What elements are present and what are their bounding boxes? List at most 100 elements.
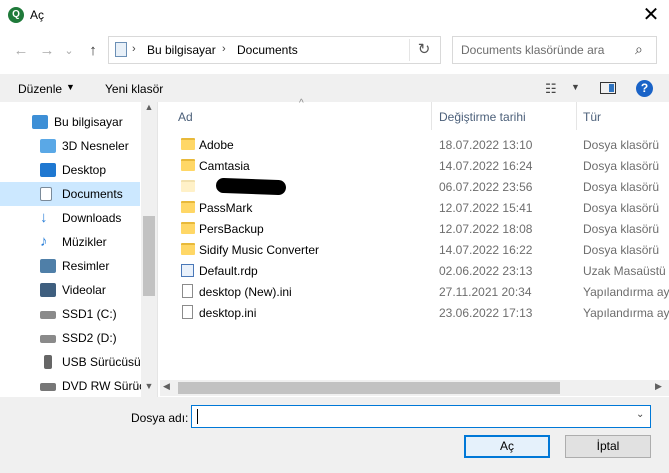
- file-type: Dosya klasörü: [583, 180, 660, 194]
- nav-scroll-down-icon[interactable]: ▼: [141, 381, 157, 395]
- organize-dropdown-icon[interactable]: ▼: [66, 82, 75, 92]
- sidebar-item[interactable]: Videolar: [0, 278, 140, 302]
- folder-icon: [181, 201, 195, 213]
- file-date: 23.06.2022 17:13: [439, 306, 533, 320]
- 3d-objects-icon: [40, 139, 56, 153]
- file-name: PassMark: [199, 201, 253, 215]
- file-name: desktop.ini: [199, 306, 257, 320]
- sidebar-item-label: DVD RW Sürüc: [62, 379, 146, 393]
- organize-button[interactable]: Düzenle: [18, 82, 62, 96]
- file-row[interactable]: PersBackup 12.07.2022 18:08 Dosya klasörü: [176, 219, 669, 240]
- breadcrumb-documents[interactable]: Documents: [237, 43, 298, 57]
- cancel-button[interactable]: İptal: [565, 435, 651, 458]
- open-button[interactable]: Aç: [464, 435, 550, 458]
- app-icon: Q: [8, 7, 24, 23]
- sidebar-item[interactable]: SSD1 (C:): [0, 302, 140, 326]
- nav-scroll-up-icon[interactable]: ▲: [141, 102, 157, 116]
- sidebar-item[interactable]: Resimler: [0, 254, 140, 278]
- file-type: Yapılandırma ay: [583, 306, 669, 320]
- file-row[interactable]: Default.rdp 02.06.2022 23:13 Uzak Masaüstü…: [176, 261, 669, 282]
- dvd-drive-icon: [40, 383, 56, 391]
- column-header-name[interactable]: Ad: [178, 110, 193, 124]
- sidebar-item-label: SSD2 (D:): [62, 331, 117, 345]
- file-row[interactable]: 06.07.2022 23:56 Dosya klasörü: [176, 177, 669, 198]
- sidebar-item[interactable]: SSD2 (D:): [0, 326, 140, 350]
- folder-icon: [181, 159, 195, 171]
- sidebar-item[interactable]: Desktop: [0, 158, 140, 182]
- folder-icon: [181, 138, 195, 150]
- sidebar-item[interactable]: USB Sürücüsü (: [0, 350, 148, 374]
- sidebar-item[interactable]: ♪ Müzikler: [0, 230, 140, 254]
- search-placeholder: Documents klasöründe ara: [461, 43, 605, 57]
- computer-icon: [32, 115, 48, 129]
- command-toolbar: Düzenle ▼ Yeni klasör ☷ ▼ ?: [0, 74, 669, 102]
- file-row[interactable]: desktop.ini 23.06.2022 17:13 Yapılandırma …: [176, 303, 669, 324]
- new-folder-button[interactable]: Yeni klasör: [105, 82, 163, 96]
- column-header-type[interactable]: Tür: [583, 110, 601, 124]
- column-divider[interactable]: [576, 102, 577, 130]
- usb-drive-icon: [44, 355, 52, 369]
- sidebar-item-label: Documents: [62, 187, 123, 201]
- recent-locations-chevron-icon[interactable]: ⌄: [58, 40, 80, 62]
- sidebar-item-label: Resimler: [62, 259, 110, 273]
- config-file-icon: [182, 305, 193, 319]
- scroll-left-icon[interactable]: ◀: [163, 381, 170, 392]
- file-name: Sidify Music Converter: [199, 243, 320, 257]
- file-date: 14.07.2022 16:22: [439, 243, 533, 257]
- file-date: 18.07.2022 13:10: [439, 138, 533, 152]
- preview-pane-icon[interactable]: [600, 82, 616, 94]
- file-row[interactable]: desktop (New).ini 27.11.2021 20:34 Yapılan…: [176, 282, 669, 303]
- file-type: Dosya klasörü: [583, 243, 660, 257]
- this-pc-address-icon: [115, 42, 127, 57]
- search-input[interactable]: Documents klasöründe ara ⌕: [452, 36, 657, 64]
- forward-arrow-icon[interactable]: →: [36, 40, 58, 62]
- music-icon: ♪: [40, 233, 48, 250]
- file-row[interactable]: Sidify Music Converter 14.07.2022 16:22 Do…: [176, 240, 669, 261]
- dialog-footer: Dosya adı: ⌄ Aç İptal: [0, 397, 669, 473]
- hidden-folder-icon: [181, 180, 195, 192]
- sidebar-item-label: Videolar: [62, 283, 106, 297]
- file-name: PersBackup: [199, 222, 264, 236]
- filename-dropdown-icon[interactable]: ⌄: [636, 409, 644, 420]
- breadcrumb-separator-icon[interactable]: ›: [132, 43, 136, 55]
- scroll-right-icon[interactable]: ▶: [655, 381, 662, 392]
- up-arrow-icon[interactable]: ↑: [82, 40, 104, 62]
- address-bar[interactable]: › Bu bilgisayar › Documents ↻: [108, 36, 441, 64]
- column-header-date[interactable]: Değiştirme tarihi: [439, 110, 526, 124]
- sidebar-item[interactable]: ↓ Downloads: [0, 206, 140, 230]
- file-row[interactable]: Adobe 18.07.2022 13:10 Dosya klasörü: [176, 135, 669, 156]
- file-type: Dosya klasörü: [583, 159, 660, 173]
- view-dropdown-icon[interactable]: ▼: [571, 82, 580, 92]
- close-icon[interactable]: ✕: [636, 2, 666, 28]
- navigation-pane: Bu bilgisayar 3D Nesneler Desktop Documents…: [0, 102, 158, 397]
- view-options-icon[interactable]: ☷: [545, 81, 557, 97]
- breadcrumb-separator-icon[interactable]: ›: [222, 43, 226, 55]
- sidebar-item[interactable]: Bu bilgisayar: [0, 110, 140, 134]
- back-arrow-icon[interactable]: ←: [10, 40, 32, 62]
- column-divider[interactable]: [431, 102, 432, 130]
- breadcrumb-this-pc[interactable]: Bu bilgisayar: [147, 43, 216, 57]
- folder-icon: [181, 243, 195, 255]
- redaction-mark: [215, 177, 287, 196]
- sidebar-item[interactable]: DVD RW Sürüc: [0, 374, 145, 398]
- help-icon[interactable]: ?: [636, 80, 653, 97]
- horizontal-scrollbar-thumb[interactable]: [178, 382, 560, 394]
- refresh-icon[interactable]: ↻: [409, 39, 438, 61]
- title-bar: Q Aç ✕: [0, 0, 669, 31]
- pictures-icon: [40, 259, 56, 273]
- sidebar-item-label: Müzikler: [62, 235, 107, 249]
- sidebar-item-label: SSD1 (C:): [62, 307, 117, 321]
- filename-label: Dosya adı:: [131, 411, 189, 425]
- file-row[interactable]: Camtasia 14.07.2022 16:24 Dosya klasörü: [176, 156, 669, 177]
- file-type: Yapılandırma ay: [583, 285, 669, 299]
- file-row[interactable]: PassMark 12.07.2022 15:41 Dosya klasörü: [176, 198, 669, 219]
- sidebar-item[interactable]: Documents: [0, 182, 140, 206]
- filename-input[interactable]: ⌄: [191, 405, 651, 428]
- nav-scrollbar-thumb[interactable]: [143, 216, 155, 296]
- sidebar-item[interactable]: 3D Nesneler: [0, 134, 140, 158]
- search-icon: ⌕: [635, 41, 643, 57]
- sidebar-item-label: 3D Nesneler: [62, 139, 129, 153]
- file-date: 02.06.2022 23:13: [439, 264, 533, 278]
- desktop-icon: [40, 163, 56, 177]
- folder-icon: [181, 222, 195, 234]
